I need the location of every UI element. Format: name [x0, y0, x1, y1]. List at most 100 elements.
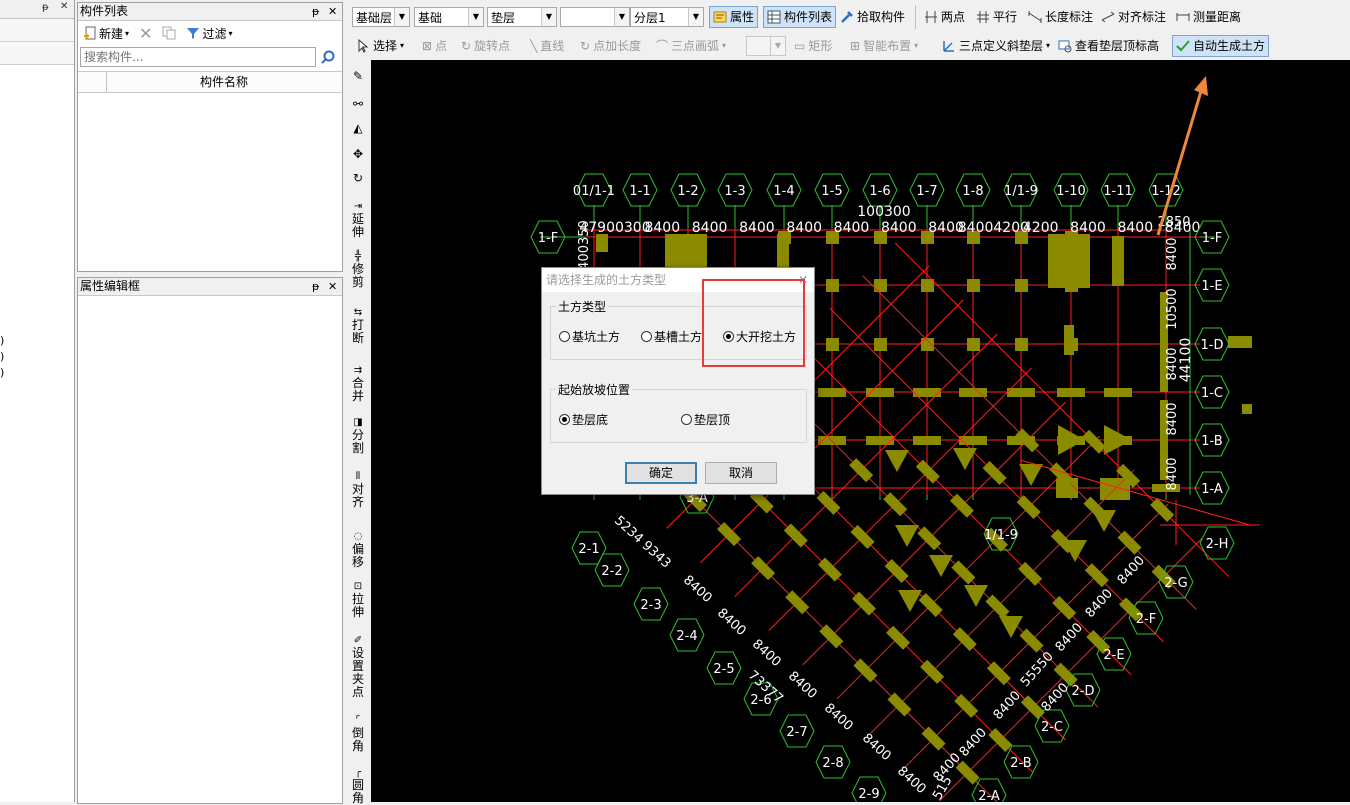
axis-label: 1-8 — [962, 184, 983, 199]
stretch-tool[interactable]: ⊡ 拉伸 — [347, 580, 369, 619]
measure-distance-button[interactable]: 测量距离 — [1176, 6, 1241, 28]
fillet-tool[interactable]: ╭ 圆角 — [347, 766, 369, 805]
copy-icon[interactable] — [159, 23, 179, 43]
axis-label: 2-F — [1136, 612, 1156, 627]
extend-tool[interactable]: ⇥ 延伸 — [347, 200, 369, 239]
copy-icon[interactable]: ⚯ — [347, 98, 369, 111]
axis-label: 1-E — [1201, 279, 1222, 294]
delete-icon[interactable]: ✕ — [136, 23, 155, 43]
align-tool[interactable]: ⫴ 对齐 — [347, 470, 369, 509]
close-icon[interactable]: ✕ — [328, 278, 337, 295]
category-select[interactable]: 基础 ▼ — [414, 7, 484, 27]
line-button[interactable]: ╲ 直线 — [530, 35, 564, 57]
floor-select[interactable]: 基础层 ▼ — [352, 7, 410, 27]
axis-label: 2-C — [1041, 720, 1063, 735]
smart-place-button[interactable]: ⊞ 智能布置 ▾ — [850, 35, 918, 57]
pin-icon[interactable]: ᵽ — [312, 278, 319, 295]
point-length-button[interactable]: ↻ 点加长度 — [580, 35, 641, 57]
radio-button[interactable] — [559, 331, 570, 342]
axis-label: 1-3 — [724, 184, 745, 199]
chevron-down-icon: ▼ — [770, 37, 785, 55]
set-grip-tool[interactable]: ✐ 设置夹点 — [347, 634, 369, 699]
dim-text: 8400 — [821, 701, 856, 734]
select-button[interactable]: 选择 ▾ — [356, 35, 404, 57]
length-dim-button[interactable]: 长度标注 — [1028, 6, 1093, 28]
auto-generate-earthwork-button[interactable]: 自动生成土方 — [1172, 35, 1270, 57]
radio-button[interactable] — [641, 331, 652, 342]
pin-icon[interactable]: ᵽ — [312, 3, 319, 20]
radio-cushion-top[interactable]: 垫层顶 — [681, 411, 730, 428]
filter-button[interactable]: 过滤 ▾ — [183, 23, 235, 43]
pick-component-button[interactable]: 拾取构件 — [840, 6, 905, 28]
radio-pit-earthwork[interactable]: 基坑土方 — [559, 328, 620, 345]
component-select[interactable]: ▼ — [560, 7, 630, 27]
pin-icon[interactable]: ᵽ — [42, 2, 49, 13]
point-button[interactable]: ⊠ 点 — [422, 35, 447, 57]
mark: ) — [0, 350, 5, 363]
ok-button[interactable]: 确定 — [625, 462, 697, 484]
slope-icon — [943, 41, 954, 52]
type-select[interactable]: 垫层 ▼ — [487, 7, 557, 27]
mirror-icon[interactable]: ◭ — [347, 122, 369, 135]
rotate-icon[interactable]: ↻ — [347, 172, 369, 185]
dim-text: 4200 — [1023, 220, 1059, 236]
foundation-block — [1064, 325, 1074, 355]
slope-cushion-button[interactable]: 三点定义斜垫层 ▾ — [942, 35, 1050, 57]
property-panel-title: 属性编辑框 — [80, 279, 141, 293]
line-icon: ╲ — [530, 39, 538, 53]
parallel-button[interactable]: 平行 — [976, 6, 1017, 28]
left-panel-row[interactable] — [0, 19, 74, 42]
foundation-block — [929, 555, 953, 577]
close-icon[interactable]: ✕ — [328, 3, 337, 20]
main-toolbar: 基础层 ▼ 基础 ▼ 垫层 ▼ ▼ 分层1 ▼ 属性 构件列表 拾取构件 两点 平行 长… — [344, 0, 1350, 61]
axis-label: 2-9 — [858, 787, 879, 802]
search-input[interactable] — [80, 47, 316, 67]
radio-cushion-bottom[interactable]: 垫层底 — [559, 411, 608, 428]
break-tool[interactable]: ⇆ 打断 — [347, 306, 369, 345]
chevron-down-icon: ▼ — [394, 8, 409, 26]
rect-button[interactable]: ▭ 矩形 — [794, 35, 832, 57]
axis-label: 1-5 — [821, 184, 842, 199]
three-point-arc-button[interactable]: ⌒ 三点画弧 ▾ — [656, 35, 726, 57]
close-icon[interactable]: ✕ — [60, 1, 68, 12]
list-icon — [767, 10, 781, 24]
foundation-block — [874, 279, 887, 292]
radio-button-selected[interactable] — [559, 414, 570, 425]
brush-icon[interactable]: ✎ — [347, 70, 369, 83]
new-doc-icon — [84, 26, 96, 40]
split-tool[interactable]: ◨ 分割 — [347, 416, 369, 455]
column-header-name[interactable]: 构件名称 — [106, 72, 342, 92]
axis-label: 2-G — [1164, 576, 1188, 591]
arc-option-select[interactable]: ▼ — [746, 36, 786, 56]
axis-label: 2-H — [1206, 537, 1229, 552]
component-list-button[interactable]: 构件列表 — [763, 6, 837, 28]
axis-label: 2-A — [978, 789, 1000, 802]
move-icon[interactable]: ✥ — [347, 148, 369, 161]
offset-tool[interactable]: ◌ 偏移 — [347, 530, 369, 569]
chevron-down-icon: ▼ — [468, 8, 483, 26]
merge-tool[interactable]: ⇉ 合并 — [347, 364, 369, 403]
axis-label: 1-A — [1201, 482, 1223, 497]
chamfer-tool[interactable]: ⌜ 倒角 — [347, 714, 369, 753]
two-points-button[interactable]: 两点 — [924, 6, 965, 28]
rotate-point-button[interactable]: ↻ 旋转点 — [461, 35, 510, 57]
properties-button[interactable]: 属性 — [709, 6, 759, 28]
search-icon[interactable] — [320, 50, 336, 66]
cancel-button[interactable]: 取消 — [705, 462, 777, 484]
dim-text: 8400 — [680, 573, 715, 606]
radio-button[interactable] — [681, 414, 692, 425]
sublayer-select[interactable]: 分层1 ▼ — [630, 7, 704, 27]
left-panel-row[interactable] — [0, 42, 74, 65]
foundation-block — [818, 388, 846, 397]
new-component-button[interactable]: 新建 ▾ — [80, 23, 132, 43]
axis-label: 2-E — [1103, 648, 1124, 663]
foundation-block — [1015, 279, 1028, 292]
dim-text: 8400 — [1165, 347, 1180, 380]
trim-tool[interactable]: ╬ 修剪 — [347, 250, 369, 289]
foundation-block — [1104, 388, 1132, 397]
align-dim-button[interactable]: 对齐标注 — [1101, 6, 1166, 28]
foundation-block — [895, 525, 919, 547]
axis-label: 1-4 — [773, 184, 794, 199]
view-cushion-top-button[interactable]: 查看垫层顶标高 — [1058, 35, 1159, 57]
radio-trench-earthwork[interactable]: 基槽土方 — [641, 328, 702, 345]
